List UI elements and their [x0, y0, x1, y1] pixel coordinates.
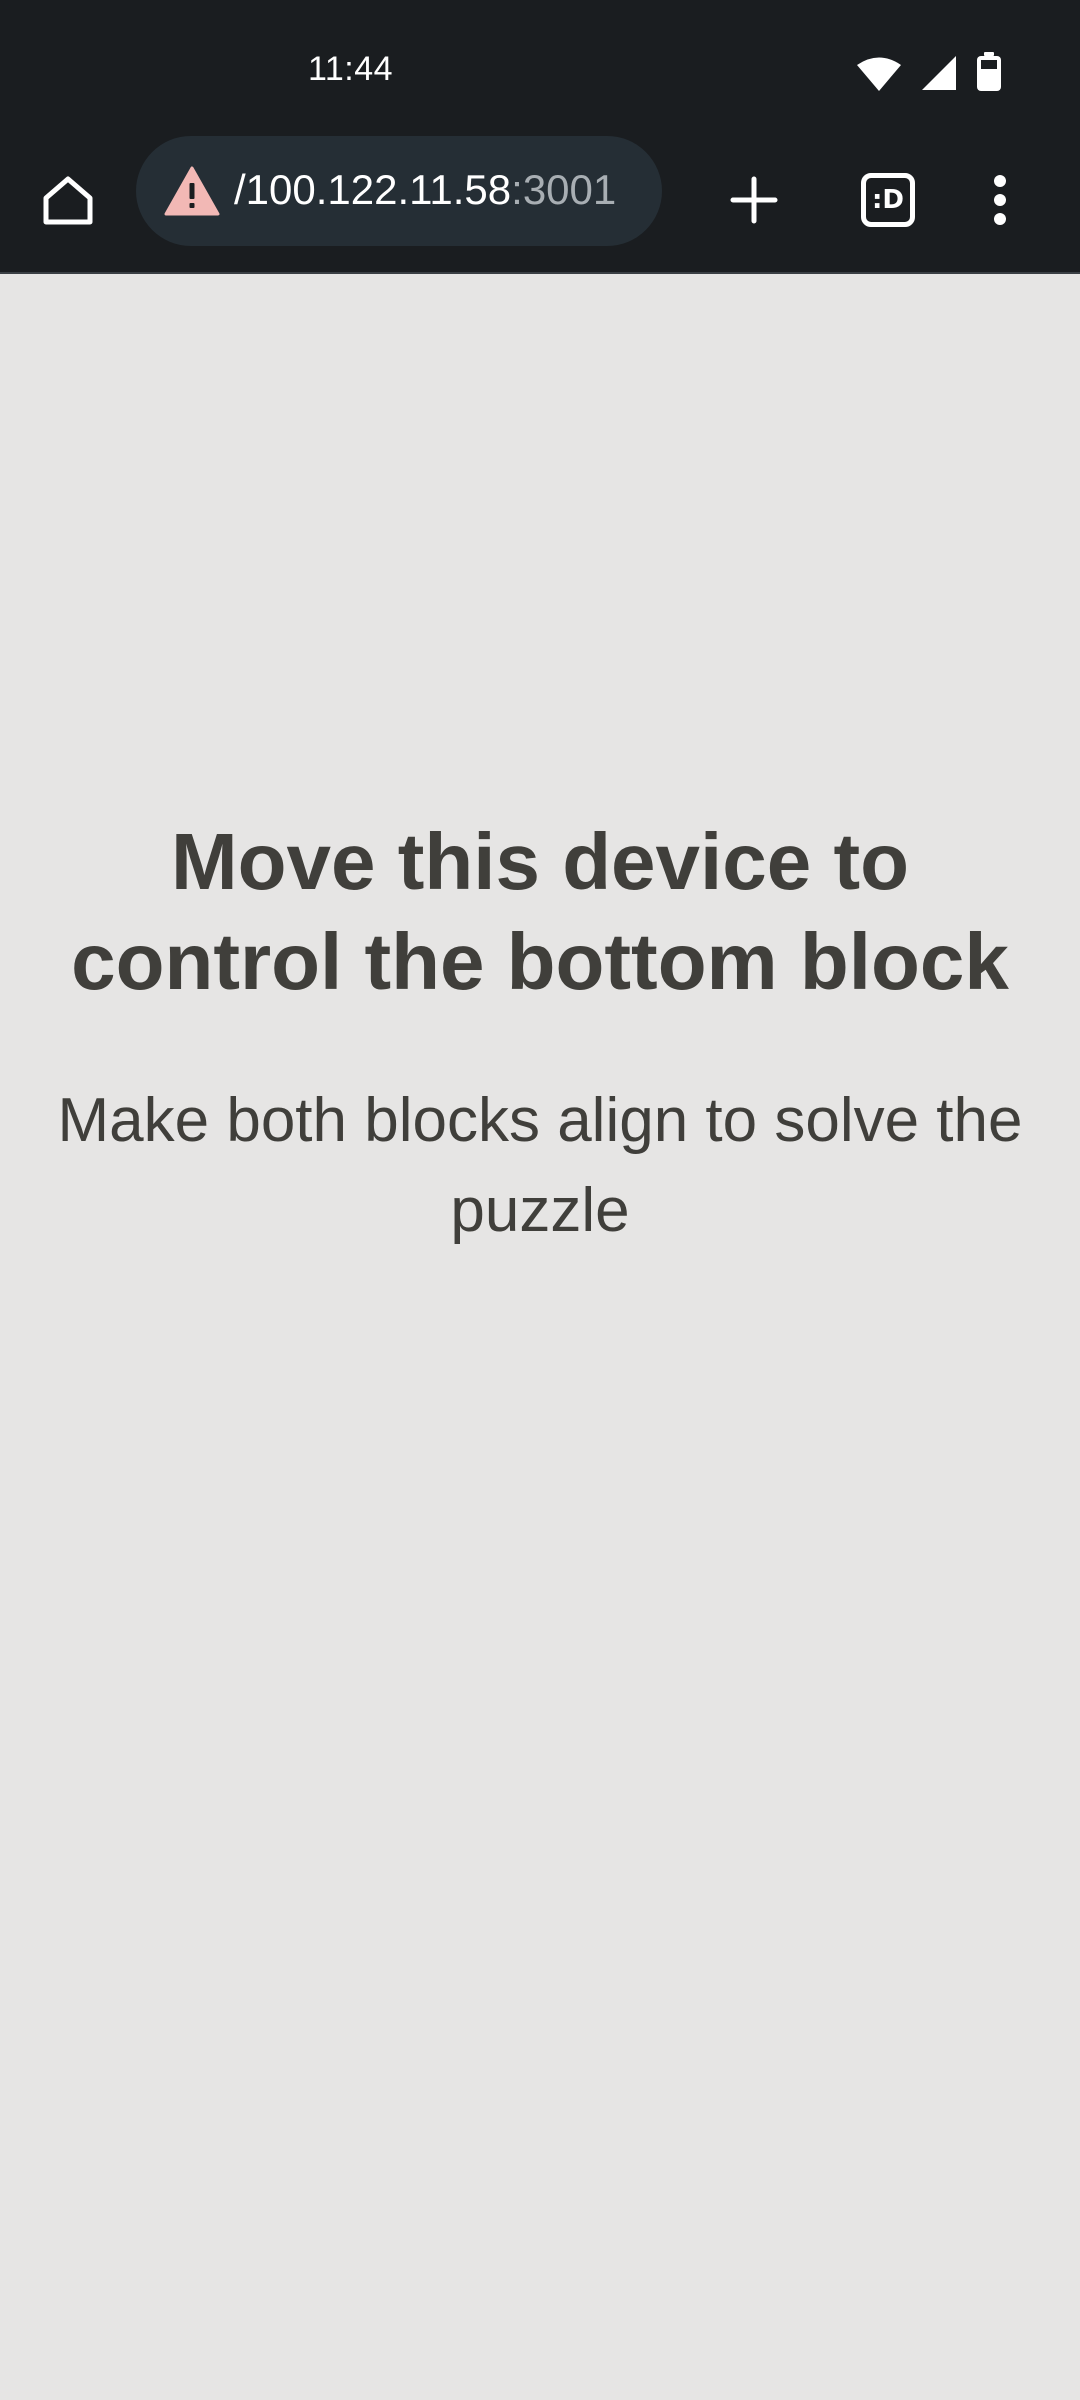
plus-icon	[730, 176, 778, 224]
page-headline: Move this device to control the bottom b…	[71, 817, 1009, 1006]
url-host: /100.122.11.58	[234, 166, 512, 213]
url-bar[interactable]: /100.122.11.58:3001	[136, 136, 662, 246]
tab-switcher-button[interactable]: :D	[840, 152, 936, 248]
url-port: :3001	[511, 166, 617, 213]
home-icon	[43, 176, 93, 225]
status-bar: 11:44	[0, 0, 1080, 130]
page-content	[0, 274, 1080, 2400]
menu-button[interactable]	[952, 152, 1048, 248]
more-vert-icon	[994, 175, 1006, 225]
new-tab-button[interactable]	[706, 152, 802, 248]
page-instructions: Make both blocks align to solve the puzz…	[57, 1086, 1023, 1245]
url-text[interactable]: /100.122.11.58:3001	[234, 166, 616, 214]
tab-switcher-icon: :D	[861, 173, 915, 227]
browser-toolbar: /100.122.11.58:3001 :D	[0, 130, 1080, 274]
home-button[interactable]	[20, 152, 116, 248]
signal-icon	[920, 54, 958, 96]
status-time: 11:44	[308, 50, 394, 88]
wifi-icon	[856, 56, 902, 96]
status-icons	[856, 52, 1002, 96]
tab-switcher-label: :D	[872, 185, 904, 215]
battery-icon	[976, 52, 1002, 96]
warning-icon[interactable]	[164, 166, 220, 216]
